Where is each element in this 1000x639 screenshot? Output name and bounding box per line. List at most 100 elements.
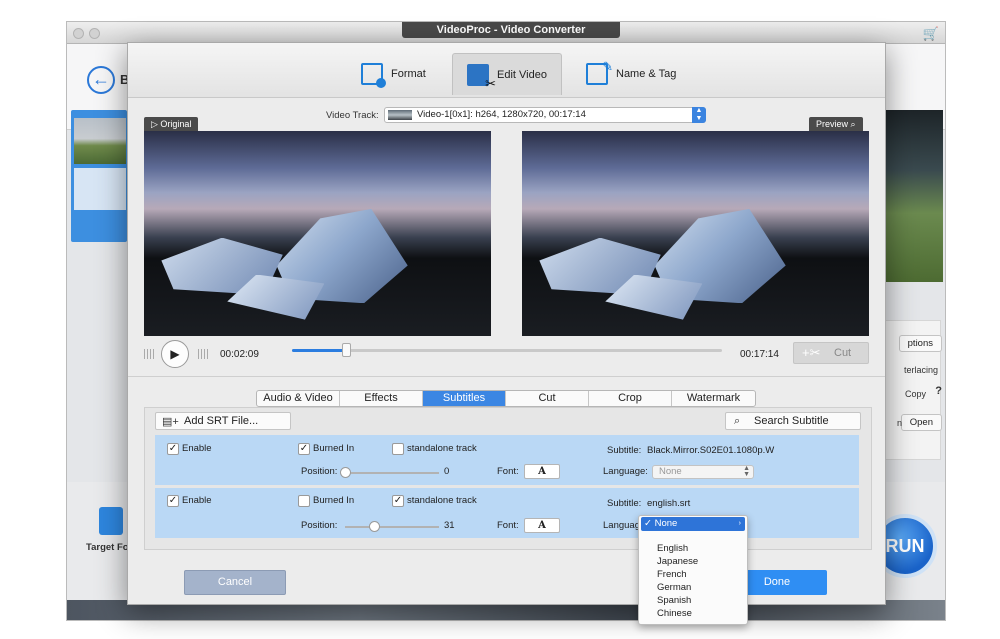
subtitle-row: ✓ Enable Burned In ✓ standalone track Su…	[155, 488, 859, 538]
scissors-icon: +✂	[802, 345, 821, 360]
tab-crop[interactable]: Crop	[589, 391, 672, 406]
play-button[interactable]: ▶	[161, 340, 189, 368]
cancel-button[interactable]: Cancel	[184, 570, 286, 595]
select-arrows-icon: ▲ ▼	[692, 107, 706, 123]
position-value: 31	[444, 520, 455, 531]
tab-watermark[interactable]: Watermark	[672, 391, 755, 406]
grip-icon	[198, 349, 208, 359]
standalone-checkbox[interactable]: ✓	[392, 495, 404, 507]
tab-effects[interactable]: Effects	[340, 391, 423, 406]
add-srt-label: Add SRT File...	[184, 415, 259, 427]
video-track-value: Video-1[0x1]: h264, 1280x720, 00:17:14	[417, 109, 586, 120]
subtitle-label: Subtitle:	[607, 445, 642, 456]
deinterlacing-label: terlacing	[903, 365, 938, 375]
help-icon[interactable]: ?	[935, 385, 942, 397]
original-tag: ▷ Original	[144, 117, 199, 131]
enable-checkbox[interactable]: ✓	[167, 495, 179, 507]
enable-label: Enable	[182, 443, 212, 454]
preview-video-frame	[522, 131, 869, 336]
standalone-checkbox[interactable]	[392, 443, 404, 455]
burned-in-checkbox[interactable]	[298, 495, 310, 507]
checkmark-icon: ✓	[644, 518, 652, 529]
video-thumbnail-info	[74, 168, 126, 210]
side-label-n: n	[896, 418, 902, 428]
tab-edit-video[interactable]: Edit Video	[452, 53, 562, 95]
cut-button[interactable]: +✂ Cut	[793, 342, 869, 364]
name-tag-icon	[586, 59, 613, 85]
language-option-english[interactable]: English	[657, 543, 688, 554]
tab-format[interactable]: Format	[347, 53, 440, 95]
dialog-tab-bar: Format Edit Video Name & Tag	[128, 43, 885, 98]
seek-handle[interactable]	[341, 343, 351, 357]
search-subtitle-label: Search Subtitle	[754, 415, 829, 427]
standalone-label: standalone track	[407, 443, 477, 454]
font-button[interactable]: A	[524, 464, 560, 479]
tab-cut[interactable]: Cut	[506, 391, 589, 406]
enable-checkbox[interactable]: ✓	[167, 443, 179, 455]
language-option-german[interactable]: German	[657, 582, 691, 593]
language-option-chinese[interactable]: Chinese	[657, 608, 692, 619]
open-button[interactable]: Open	[900, 414, 942, 431]
video-thumbnail[interactable]	[74, 118, 126, 164]
options-button[interactable]: ptions	[898, 335, 942, 352]
tab-audio-video[interactable]: Audio & Video	[257, 391, 340, 406]
edit-video-dialog: Format Edit Video Name & Tag Video Track…	[127, 42, 886, 605]
burned-in-label: Burned In	[313, 443, 355, 454]
seek-bar[interactable]	[292, 343, 722, 357]
close-window-button[interactable]	[73, 28, 84, 39]
tab-subtitles[interactable]: Subtitles	[423, 391, 506, 406]
format-icon	[361, 63, 386, 88]
language-option-spanish[interactable]: Spanish	[657, 595, 691, 606]
preview-tag[interactable]: Preview ⌕	[809, 117, 863, 131]
enable-label: Enable	[182, 495, 212, 506]
cut-label: Cut	[834, 347, 852, 359]
position-slider[interactable]	[345, 521, 439, 532]
language-select[interactable]: None ▲ ▼	[652, 465, 754, 479]
grip-icon	[144, 349, 154, 359]
main-titlebar: VideoProc - Video Converter 🛒	[67, 22, 945, 44]
burned-in-label: Burned In	[313, 495, 355, 506]
position-slider[interactable]	[340, 467, 439, 478]
select-arrows-icon: ▲ ▼	[743, 465, 750, 478]
edit-video-icon	[467, 63, 496, 92]
position-label: Position:	[301, 466, 338, 477]
original-video-frame	[144, 131, 491, 336]
subtitle-label: Subtitle:	[607, 498, 642, 509]
font-button[interactable]: A	[524, 518, 560, 533]
position-value: 0	[444, 466, 450, 477]
font-label: Font:	[497, 466, 519, 477]
edit-tabs: Audio & Video Effects Subtitles Cut Crop…	[256, 390, 756, 407]
add-file-icon: ▤+	[162, 416, 179, 428]
subtitle-file: Black.Mirror.S02E01.1080p.W	[647, 445, 775, 456]
options-panel: ptions terlacing Copy ? Open n	[883, 320, 942, 460]
tab-name-tag[interactable]: Name & Tag	[572, 53, 690, 95]
position-slider-knob[interactable]	[340, 467, 351, 478]
add-srt-button[interactable]: ▤+ Add SRT File...	[155, 412, 291, 430]
select-arrow-icon: ›	[738, 520, 741, 527]
search-subtitle-button[interactable]: ⌕ Search Subtitle	[725, 412, 861, 430]
language-label: Language:	[603, 466, 648, 477]
language-option-japanese[interactable]: Japanese	[657, 556, 698, 567]
subtitle-row: ✓ Enable ✓ Burned In standalone track Su…	[155, 435, 859, 485]
cart-icon[interactable]: 🛒	[923, 26, 939, 42]
position-slider-knob[interactable]	[369, 521, 381, 532]
preview-image	[885, 110, 943, 282]
font-label: Font:	[497, 520, 519, 531]
minimize-window-button[interactable]	[89, 28, 100, 39]
video-track-select[interactable]: Video-1[0x1]: h264, 1280x720, 00:17:14 ▲…	[384, 107, 706, 123]
tab-name-tag-label: Name & Tag	[616, 68, 677, 80]
tab-format-label: Format	[391, 68, 426, 80]
language-option-selected[interactable]: ✓ None ›	[641, 517, 745, 531]
standalone-label: standalone track	[407, 495, 477, 506]
language-dropdown: ✓ None › English Japanese French German …	[638, 515, 748, 625]
video-track-label: Video Track:	[326, 110, 379, 121]
app-title: VideoProc - Video Converter	[402, 22, 620, 38]
target-format-icon[interactable]	[99, 507, 123, 535]
current-time: 00:02:09	[220, 349, 259, 360]
subtitle-file: english.srt	[647, 498, 691, 509]
language-option-french[interactable]: French	[657, 569, 687, 580]
position-label: Position:	[301, 520, 338, 531]
language-value: None	[659, 466, 682, 477]
burned-in-checkbox[interactable]: ✓	[298, 443, 310, 455]
back-arrow-icon[interactable]: ←	[87, 66, 115, 94]
